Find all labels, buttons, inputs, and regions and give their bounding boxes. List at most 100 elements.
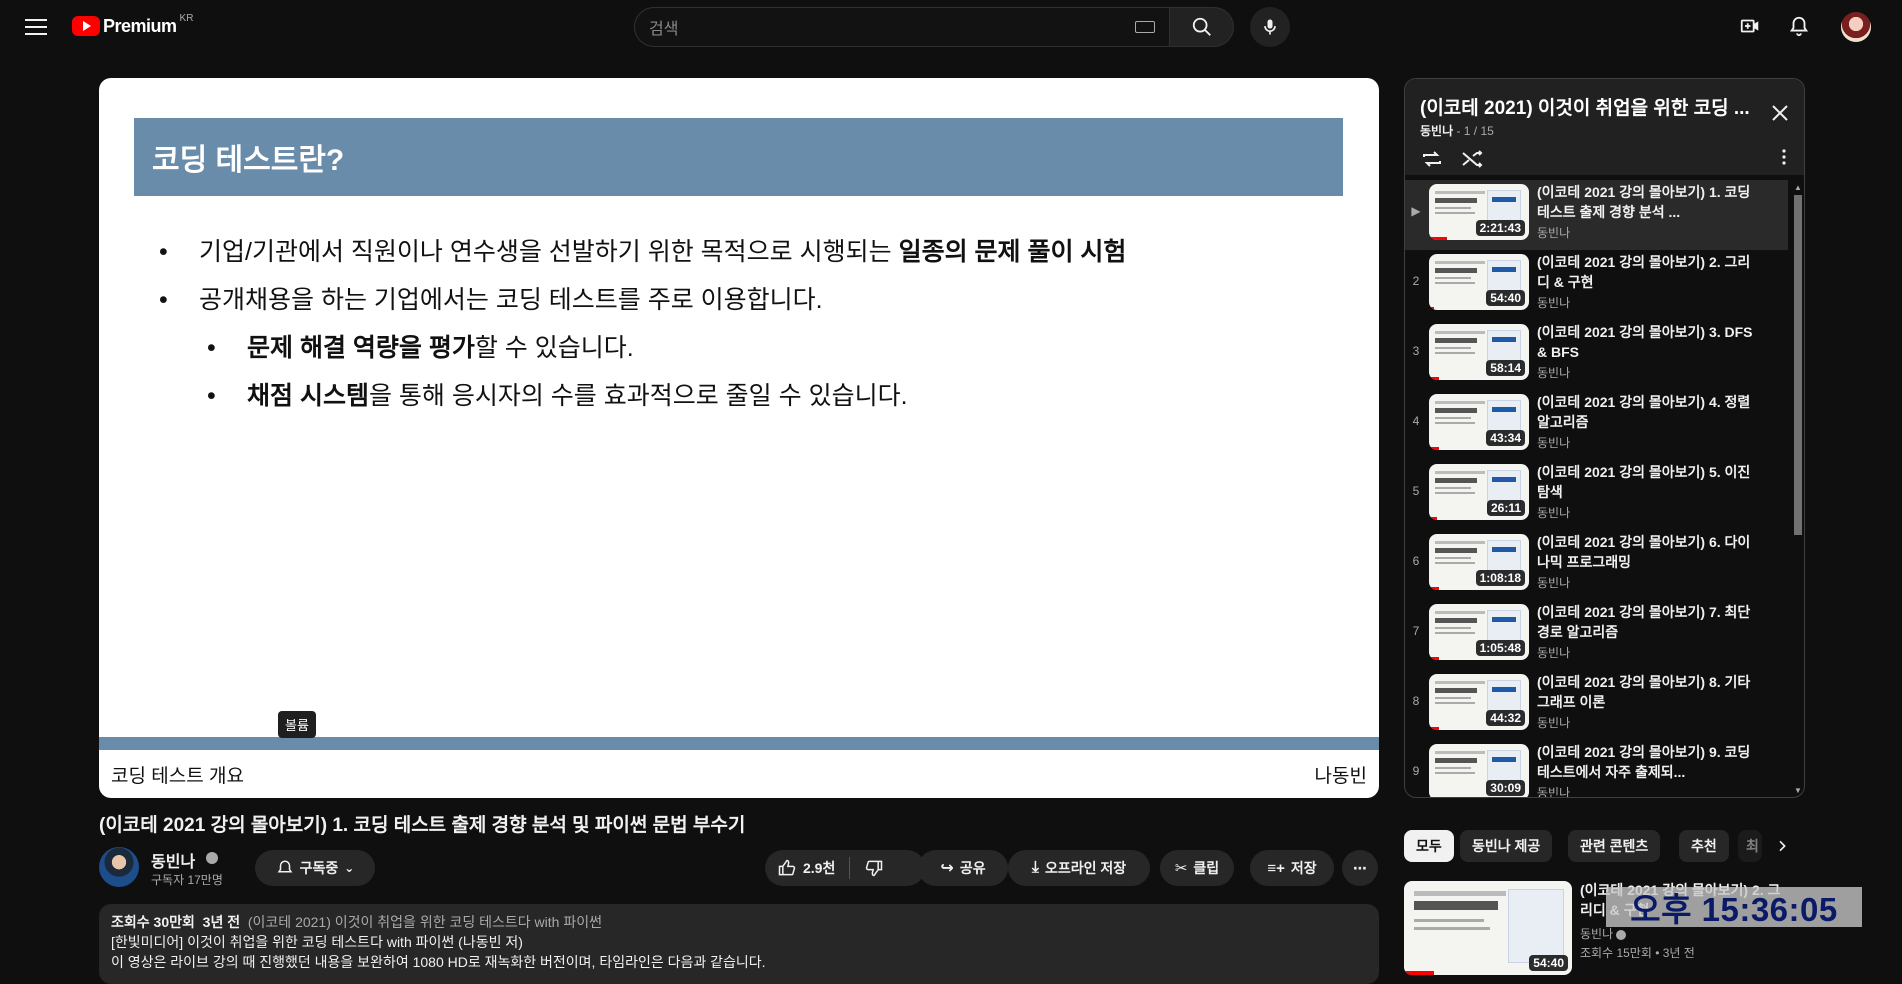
- slide-bullet: 공개채용을 하는 기업에서는 코딩 테스트를 주로 이용합니다.: [159, 276, 1126, 324]
- watched-progress: [1429, 587, 1439, 590]
- more-actions-button[interactable]: ⋯: [1342, 850, 1378, 886]
- playlist-title[interactable]: (이코테 2021) 이것이 취업을 위한 코딩 ...: [1420, 93, 1760, 120]
- more-vertical-icon[interactable]: [1782, 149, 1786, 165]
- watched-progress: [1429, 727, 1439, 730]
- playlist-item[interactable]: 2 54:40 (이코테 2021 강의 몰아보기) 2. 그리디 & 구현 동빈나: [1405, 250, 1788, 320]
- thumb-line: [1435, 471, 1485, 474]
- menu-icon[interactable]: [24, 14, 48, 38]
- like-icon[interactable]: [777, 858, 797, 878]
- playlist-item-channel: 동빈나: [1537, 786, 1571, 798]
- scroll-up-icon[interactable]: ▲: [1794, 183, 1802, 192]
- playlist-item-title: (이코테 2021 강의 몰아보기) 1. 코딩 테스트 출제 경향 분석 ..…: [1537, 184, 1751, 220]
- search-input[interactable]: 검색: [634, 7, 1170, 47]
- playlist-item-title: (이코테 2021 강의 몰아보기) 9. 코딩 테스트에서 자주 출제되...: [1537, 744, 1751, 780]
- chip-recommended[interactable]: 추천: [1679, 830, 1729, 862]
- thumb-line: [1435, 618, 1477, 623]
- playlist-item-thumbnail[interactable]: 1:08:18: [1429, 534, 1529, 590]
- search-placeholder: 검색: [649, 21, 679, 38]
- chevron-down-icon: ⌄: [344, 861, 355, 875]
- thumb-line: [1414, 891, 1506, 896]
- playlist-item-index: 2: [1412, 274, 1420, 288]
- view-count: 조회수 30만회: [111, 914, 195, 930]
- playlist-item-index: 3: [1412, 344, 1420, 358]
- playlist-scrollbar[interactable]: ▲ ▼: [1791, 183, 1802, 795]
- save-to-playlist-button[interactable]: ≡+ 저장: [1250, 850, 1334, 886]
- offline-label: 오프라인 저장: [1044, 860, 1127, 876]
- video-duration: 43:34: [1486, 430, 1525, 446]
- thumb-line: [1414, 919, 1484, 922]
- create-video-icon[interactable]: [1738, 14, 1762, 38]
- description-line: 이 영상은 라이브 강의 때 진행했던 내용을 보완하여 1080 HD로 재녹…: [111, 954, 766, 970]
- playlist-item-thumbnail[interactable]: 58:14: [1429, 324, 1529, 380]
- playlist-owner[interactable]: 동빈나: [1420, 124, 1453, 138]
- thumb-line: [1435, 198, 1477, 203]
- thumb-line: [1435, 492, 1475, 494]
- playlist-item[interactable]: 8 44:32 (이코테 2021 강의 몰아보기) 8. 기타 그래프 이론 동빈나: [1405, 670, 1788, 740]
- scrollbar-thumb[interactable]: [1794, 195, 1802, 535]
- account-avatar[interactable]: [1841, 12, 1871, 42]
- thumb-line: [1435, 557, 1471, 559]
- shuffle-icon[interactable]: [1460, 147, 1484, 171]
- description-meta: 조회수 30만회 3년 전 (이코테 2021) 이것이 취업을 위한 코딩 테…: [111, 912, 1367, 932]
- video-duration: 44:32: [1486, 710, 1525, 726]
- search-button[interactable]: [1170, 7, 1234, 47]
- upload-age: 3년 전: [202, 914, 241, 930]
- thumb-line: [1435, 541, 1485, 544]
- playlist-item[interactable]: 9 30:09 (이코테 2021 강의 몰아보기) 9. 코딩 테스트에서 자주 …: [1405, 740, 1788, 798]
- share-button[interactable]: ↪ 공유: [918, 850, 1008, 886]
- playlist-item[interactable]: 5 26:11 (이코테 2021 강의 몰아보기) 5. 이진 탐색 동빈나: [1405, 460, 1788, 530]
- recommended-meta: 조회수 15만회 • 3년 전: [1580, 946, 1695, 960]
- channel-name[interactable]: 동빈나: [151, 848, 195, 872]
- keyboard-icon[interactable]: [1135, 21, 1155, 33]
- video-progress-bar[interactable]: [99, 737, 1379, 750]
- like-count[interactable]: 2.9천: [803, 858, 835, 878]
- channel-avatar[interactable]: [99, 847, 139, 887]
- playlist-item-thumbnail[interactable]: 2:21:43: [1429, 184, 1529, 240]
- playlist-item[interactable]: 7 1:05:48 (이코테 2021 강의 몰아보기) 7. 최단 경로 알고리즘…: [1405, 600, 1788, 670]
- playlist-item-thumbnail[interactable]: 1:05:48: [1429, 604, 1529, 660]
- playlist-link[interactable]: (이코테 2021) 이것이 취업을 위한 코딩 테스트다 with 파이썬: [248, 914, 602, 930]
- video-player[interactable]: 코딩 테스트란? 기업/기관에서 직원이나 연수생을 선발하기 위한 목적으로 …: [99, 78, 1379, 798]
- thumb-line: [1435, 758, 1477, 763]
- recommended-thumbnail[interactable]: 54:40: [1404, 881, 1572, 975]
- close-icon[interactable]: [1768, 101, 1792, 125]
- watched-progress: [1404, 971, 1434, 975]
- thumb-line: [1435, 487, 1471, 489]
- chip-channel[interactable]: 동빈나 제공: [1460, 830, 1553, 862]
- thumb-line: [1435, 408, 1477, 413]
- dislike-icon[interactable]: [864, 858, 884, 878]
- country-code: KR: [179, 12, 194, 24]
- download-icon: ⤓: [1031, 859, 1039, 876]
- subscribe-label: 구독중: [299, 860, 339, 876]
- voice-search-button[interactable]: [1250, 7, 1290, 47]
- thumb-line: [1435, 212, 1475, 214]
- playlist-item-thumbnail[interactable]: 44:32: [1429, 674, 1529, 730]
- chip-latest[interactable]: 최: [1738, 830, 1762, 862]
- verified-check-icon: [206, 852, 218, 864]
- chip-all[interactable]: 모두: [1404, 830, 1454, 862]
- loop-icon[interactable]: [1420, 147, 1444, 171]
- playlist-item[interactable]: 3 58:14 (이코테 2021 강의 몰아보기) 3. DFS & BFS 동빈나: [1405, 320, 1788, 390]
- chip-related[interactable]: 관련 콘텐츠: [1568, 830, 1661, 862]
- scroll-down-icon[interactable]: ▼: [1794, 786, 1802, 795]
- playlist-item[interactable]: 4 43:34 (이코테 2021 강의 몰아보기) 4. 정렬 알고리즘 동빈나: [1405, 390, 1788, 460]
- offline-save-button[interactable]: ⤓ 오프라인 저장: [1008, 850, 1150, 886]
- playlist-item-thumbnail[interactable]: 30:09: [1429, 744, 1529, 797]
- subscribed-button[interactable]: 구독중 ⌄: [255, 850, 375, 886]
- thumb-line: [1435, 681, 1485, 684]
- recommended-channel[interactable]: 동빈나: [1580, 925, 1627, 942]
- youtube-logo[interactable]: Premium KR: [72, 12, 194, 38]
- playlist-item[interactable]: 6 1:08:18 (이코테 2021 강의 몰아보기) 6. 다이나믹 프로그래밍…: [1405, 530, 1788, 600]
- more-horizontal-icon: ⋯: [1353, 859, 1367, 876]
- description-line: [한빛미디어] 이것이 취업을 위한 코딩 테스트다 with 파이썬 (나동빈…: [111, 934, 523, 950]
- playlist-item[interactable]: ▶ 2:21:43 (이코테 2021 강의 몰아보기) 1. 코딩 테스트 출제 …: [1405, 180, 1788, 250]
- clip-button[interactable]: ✂ 클립: [1160, 850, 1234, 886]
- notifications-bell-icon[interactable]: [1787, 14, 1811, 38]
- chevron-right-icon[interactable]: [1766, 830, 1798, 862]
- playlist-controls: [1420, 147, 1484, 171]
- playlist-item-thumbnail[interactable]: 54:40: [1429, 254, 1529, 310]
- description-box[interactable]: 조회수 30만회 3년 전 (이코테 2021) 이것이 취업을 위한 코딩 테…: [99, 904, 1379, 984]
- video-duration: 1:05:48: [1475, 640, 1525, 656]
- playlist-item-thumbnail[interactable]: 26:11: [1429, 464, 1529, 520]
- playlist-item-thumbnail[interactable]: 43:34: [1429, 394, 1529, 450]
